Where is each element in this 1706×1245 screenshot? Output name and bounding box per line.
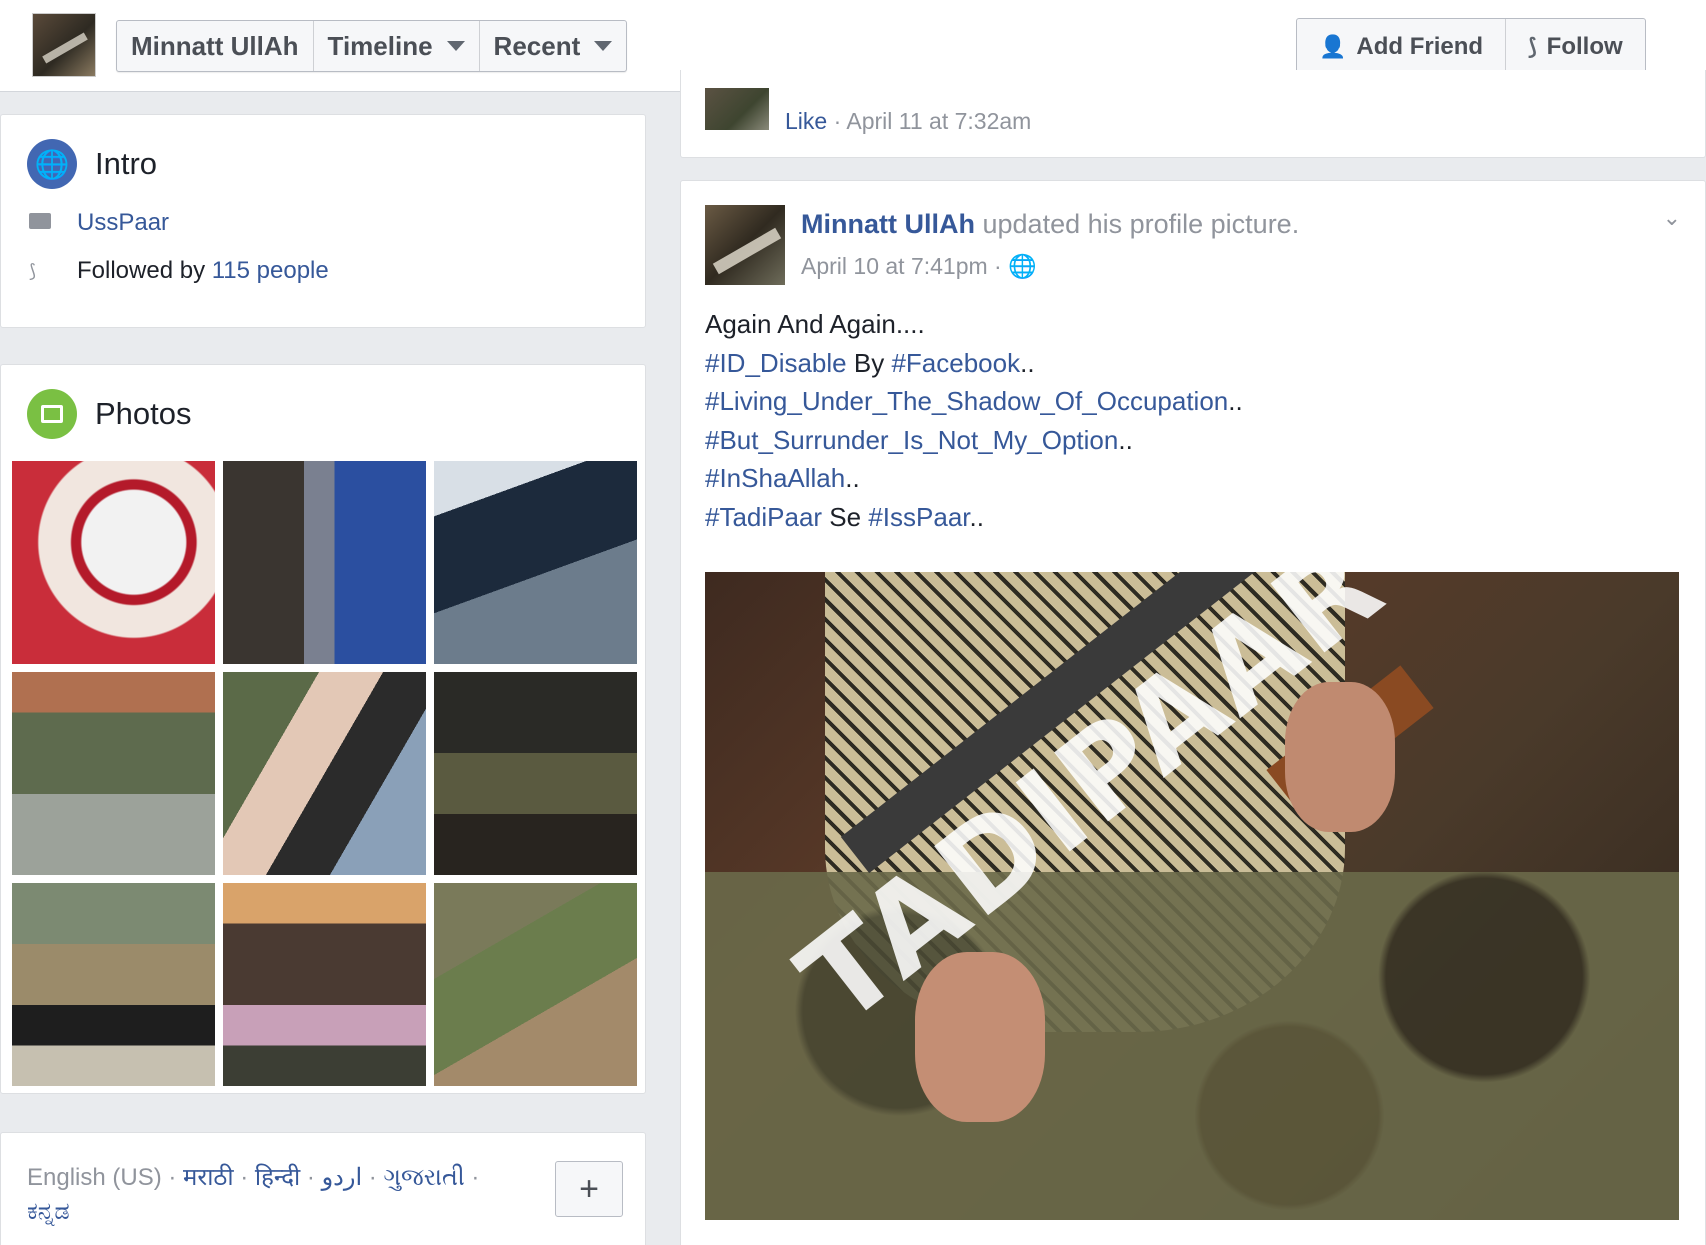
chevron-down-icon xyxy=(594,41,613,51)
post-author-link[interactable]: Minnatt UllAh xyxy=(801,209,975,239)
post-action-text: updated his profile picture. xyxy=(982,209,1300,239)
post-text-fragment: .. xyxy=(969,501,984,532)
recent-label: Recent xyxy=(493,30,581,61)
hashtag-link[interactable]: #IssPaar xyxy=(868,502,969,532)
hashtag-link[interactable]: #Facebook xyxy=(891,348,1020,378)
hashtag-link[interactable]: #Living_Under_The_Shadow_Of_Occupation xyxy=(705,386,1228,416)
language-link[interactable]: اردو xyxy=(322,1164,363,1191)
photo-thumbnail[interactable] xyxy=(12,672,215,875)
post-options-chevron-icon[interactable]: ⌄ xyxy=(1663,205,1681,231)
followed-by-text: Followed by xyxy=(77,257,206,284)
profile-name-label: Minnatt UllAh xyxy=(131,30,299,61)
rss-icon: ⟆ xyxy=(29,260,37,281)
post-line: #But_Surrunder_Is_Not_My_Option.. xyxy=(705,421,1243,460)
photo-thumbnail[interactable] xyxy=(434,672,637,875)
previous-post-meta: Like · April 11 at 7:32am xyxy=(785,108,1032,134)
photos-icon xyxy=(27,389,77,439)
recent-dropdown[interactable]: Recent xyxy=(480,21,627,71)
followers-link[interactable]: 115 people xyxy=(212,257,329,285)
post-line: #TadiPaar Se #IssPaar.. xyxy=(705,498,1243,537)
intro-title: Intro xyxy=(95,146,158,181)
hashtag-link[interactable]: #TadiPaar xyxy=(705,502,822,532)
add-friend-icon: 👤 xyxy=(1319,34,1347,59)
photo-thumbnail[interactable] xyxy=(12,883,215,1086)
post-line: #InShaAllah.. xyxy=(705,459,1243,498)
profile-actions: 👤 Add Friend ⟆ Follow xyxy=(1296,18,1646,76)
post-timestamp[interactable]: April 10 at 7:41pm xyxy=(801,253,988,279)
followers-row: ⟆ Followed by 115 people xyxy=(1,257,645,285)
photos-card: Photos xyxy=(0,364,646,1094)
previous-post-thumbnail[interactable] xyxy=(705,88,769,130)
add-friend-button[interactable]: 👤 Add Friend xyxy=(1297,19,1507,75)
previous-post-timestamp[interactable]: April 11 at 7:32am xyxy=(846,108,1031,134)
post-text-fragment: .. xyxy=(845,463,860,494)
work-link[interactable]: UssPaar xyxy=(77,209,169,237)
post-line: #ID_Disable By #Facebook.. xyxy=(705,344,1243,383)
profile-picture-post: Minnatt UllAh updated his profile pictur… xyxy=(680,180,1706,1245)
follow-button[interactable]: ⟆ Follow xyxy=(1506,19,1645,75)
follow-label: Follow xyxy=(1546,33,1623,60)
public-globe-icon: 🌐 xyxy=(1008,253,1037,279)
globe-icon: 🌐 xyxy=(27,139,77,189)
breadcrumb: Minnatt UllAh Timeline Recent xyxy=(116,20,628,72)
post-timestamp-row: April 10 at 7:41pm · 🌐 xyxy=(801,253,1037,279)
post-profile-photo[interactable]: TADIPAAR xyxy=(705,572,1679,1220)
timeline-dropdown[interactable]: Timeline xyxy=(314,21,480,71)
language-link[interactable]: मराठी xyxy=(183,1164,234,1191)
post-text: Again And Again.... #ID_Disable By #Face… xyxy=(705,305,1243,537)
language-link[interactable]: ગુજરાતી xyxy=(383,1164,464,1191)
language-list: English (US) · मराठी · हिन्दी · اردو · ગ… xyxy=(27,1164,480,1225)
language-link[interactable]: ಕನ್ನಡ xyxy=(27,1198,70,1225)
photo-thumbnail[interactable] xyxy=(223,461,426,664)
work-row: UssPaar xyxy=(1,209,645,237)
timeline-label: Timeline xyxy=(327,30,433,61)
chevron-down-icon xyxy=(446,41,465,51)
photo-thumbnail[interactable] xyxy=(434,883,637,1086)
photo-thumbnail[interactable] xyxy=(434,461,637,664)
hashtag-link[interactable]: #But_Surrunder_Is_Not_My_Option xyxy=(705,425,1118,455)
rss-icon: ⟆ xyxy=(1528,34,1537,59)
post-header: Minnatt UllAh updated his profile pictur… xyxy=(801,209,1299,240)
like-link[interactable]: Like xyxy=(785,108,827,134)
post-text-fragment: Se xyxy=(822,501,869,532)
previous-post-card: Like · April 11 at 7:32am xyxy=(680,70,1706,158)
post-text-fragment: .. xyxy=(1118,424,1133,455)
post-text-fragment: .. xyxy=(1228,386,1243,417)
photos-title: Photos xyxy=(95,396,192,431)
add-friend-label: Add Friend xyxy=(1356,33,1484,60)
post-text-fragment: .. xyxy=(1020,347,1035,378)
post-line: Again And Again.... xyxy=(705,309,925,339)
photo-thumbnail[interactable] xyxy=(12,461,215,664)
more-languages-button[interactable]: + xyxy=(555,1161,623,1217)
hashtag-link[interactable]: #InShaAllah xyxy=(705,463,845,493)
briefcase-icon xyxy=(29,212,53,234)
profile-avatar[interactable] xyxy=(32,13,96,77)
photo-thumbnail[interactable] xyxy=(223,672,426,875)
post-author-avatar[interactable] xyxy=(705,205,785,285)
plus-icon: + xyxy=(579,1169,599,1208)
current-language: English (US) xyxy=(27,1164,162,1191)
language-link[interactable]: हिन्दी xyxy=(255,1164,300,1191)
post-text-fragment: By xyxy=(846,347,892,378)
intro-card: 🌐 Intro UssPaar ⟆ Followed by 115 people xyxy=(0,114,646,328)
language-selector-card: English (US) · मराठी · हिन्दी · اردو · ગ… xyxy=(0,1132,646,1245)
profile-name-link[interactable]: Minnatt UllAh xyxy=(117,21,314,71)
hashtag-link[interactable]: #ID_Disable xyxy=(705,348,847,378)
post-line: #Living_Under_The_Shadow_Of_Occupation.. xyxy=(705,382,1243,421)
photo-grid xyxy=(12,461,637,1086)
photo-thumbnail[interactable] xyxy=(223,883,426,1086)
